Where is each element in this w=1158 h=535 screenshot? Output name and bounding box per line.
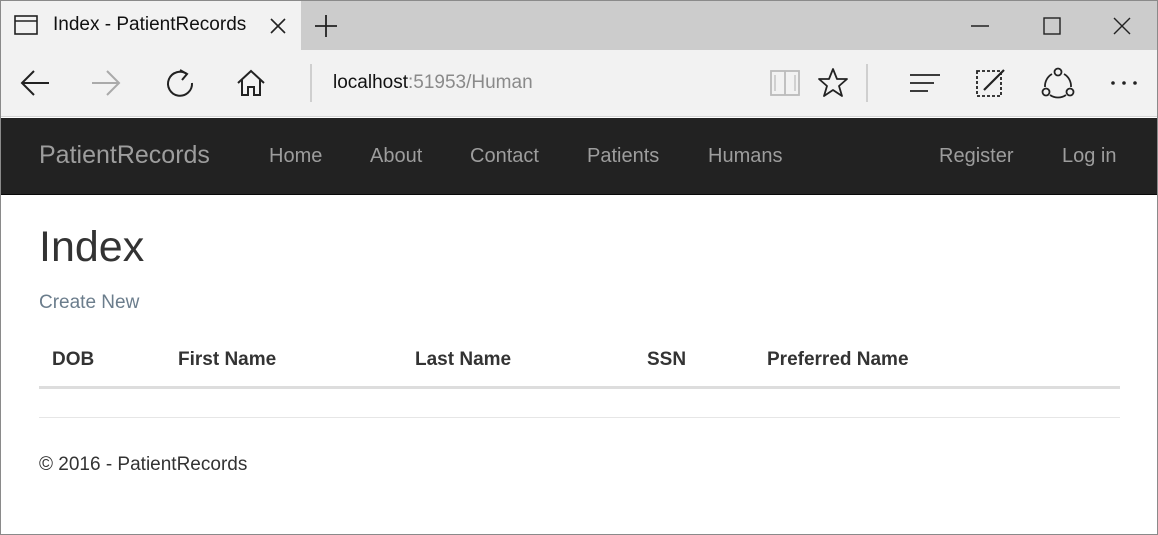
tab-page-icon bbox=[14, 15, 38, 35]
column-header-last-name: Last Name bbox=[415, 349, 512, 370]
address-host: localhost bbox=[333, 72, 408, 93]
book-icon[interactable] bbox=[768, 66, 802, 100]
nav-link-register[interactable]: Register bbox=[939, 145, 1013, 168]
address-bar[interactable]: localhost:51953/Human bbox=[333, 72, 533, 94]
column-header-dob: DOB bbox=[52, 349, 95, 370]
share-icon[interactable] bbox=[1041, 66, 1075, 100]
footer-divider bbox=[39, 417, 1120, 418]
address-separator bbox=[310, 64, 312, 102]
column-header-ssn: SSN bbox=[647, 349, 687, 370]
address-path: :51953/Human bbox=[408, 72, 533, 93]
nav-link-humans[interactable]: Humans bbox=[708, 145, 782, 168]
window-close-icon[interactable] bbox=[1109, 13, 1135, 39]
address-toolbar: localhost:51953/Human bbox=[1, 50, 1157, 117]
pen-note-icon[interactable] bbox=[974, 66, 1008, 100]
column-header-first-name: First Name bbox=[178, 349, 277, 370]
forward-arrow-icon[interactable] bbox=[89, 66, 123, 100]
column-header-preferred-name: Preferred Name bbox=[767, 349, 909, 370]
nav-link-contact[interactable]: Contact bbox=[470, 145, 539, 168]
tab-title: Index - PatientRecords bbox=[53, 14, 247, 35]
nav-link-about[interactable]: About bbox=[370, 145, 422, 168]
star-icon[interactable] bbox=[816, 66, 850, 100]
close-icon[interactable] bbox=[267, 15, 289, 37]
table-header-rule bbox=[39, 386, 1120, 389]
nav-link-patients[interactable]: Patients bbox=[587, 145, 659, 168]
browser-tab[interactable]: Index - PatientRecords bbox=[1, 1, 301, 50]
site-navbar: PatientRecords Home About Contact Patien… bbox=[1, 118, 1157, 195]
footer-text: © 2016 - PatientRecords bbox=[39, 454, 248, 475]
brand-link[interactable]: PatientRecords bbox=[39, 141, 210, 170]
back-arrow-icon[interactable] bbox=[18, 66, 52, 100]
create-new-link[interactable]: Create New bbox=[39, 292, 139, 314]
nav-link-login[interactable]: Log in bbox=[1062, 145, 1117, 168]
page-title: Index bbox=[39, 223, 145, 271]
tab-bar: Index - PatientRecords bbox=[1, 1, 1157, 50]
refresh-icon[interactable] bbox=[163, 66, 197, 100]
nav-link-home[interactable]: Home bbox=[269, 145, 322, 168]
home-icon[interactable] bbox=[234, 66, 268, 100]
browser-window: Index - PatientRecords localhost:51953/H… bbox=[0, 0, 1158, 535]
hub-icon[interactable] bbox=[908, 66, 942, 100]
more-icon[interactable] bbox=[1107, 66, 1141, 100]
maximize-icon[interactable] bbox=[1039, 13, 1065, 39]
plus-icon[interactable] bbox=[313, 13, 339, 39]
minimize-icon[interactable] bbox=[967, 13, 993, 39]
toolbar-separator bbox=[866, 64, 868, 102]
